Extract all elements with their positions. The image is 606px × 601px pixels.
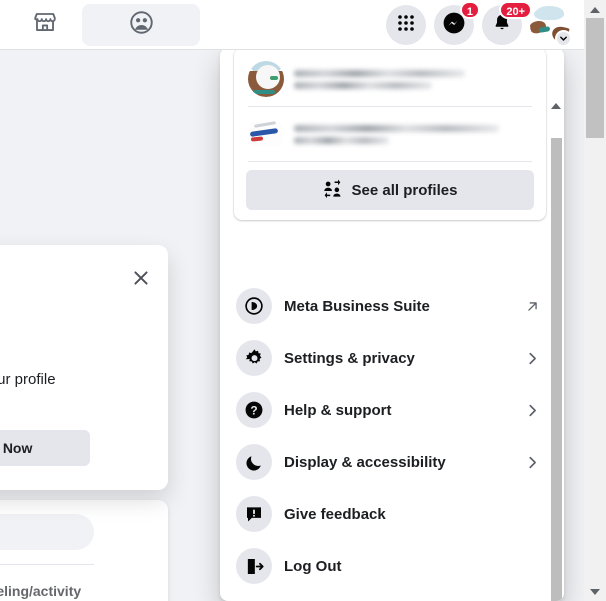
page-scrollbar[interactable] bbox=[584, 0, 606, 601]
chevron-down-icon bbox=[555, 30, 572, 47]
profile-row[interactable] bbox=[244, 54, 536, 104]
profile-avatar bbox=[248, 61, 284, 97]
dropdown-menu-list: Meta Business Suite Settings & privacy ?… bbox=[228, 280, 550, 592]
menu-item-label: Help & support bbox=[284, 401, 392, 419]
profile-avatar bbox=[248, 116, 284, 152]
question-mark-icon: ? bbox=[236, 392, 272, 428]
notifications-badge: 20+ bbox=[499, 1, 532, 19]
not-now-button[interactable]: Not Now bbox=[0, 430, 90, 466]
menu-item-label: Settings & privacy bbox=[284, 349, 415, 367]
page-background-right bbox=[564, 50, 584, 601]
nav-tab-marketplace[interactable] bbox=[14, 4, 76, 46]
menu-item-label: Meta Business Suite bbox=[284, 297, 430, 315]
chevron-right-icon bbox=[522, 403, 542, 418]
menu-item-give-feedback[interactable]: Give feedback bbox=[228, 488, 550, 540]
feedback-icon bbox=[236, 496, 272, 532]
see-all-profiles-label: See all profiles bbox=[351, 181, 458, 199]
profile-name-redacted bbox=[294, 69, 532, 89]
menu-item-help-support[interactable]: ? Help & support bbox=[228, 384, 550, 436]
messenger-button[interactable]: 1 bbox=[434, 1, 480, 45]
grid-icon bbox=[396, 13, 416, 38]
external-link-icon bbox=[522, 299, 542, 314]
marketplace-icon bbox=[32, 9, 58, 40]
profile-row[interactable] bbox=[244, 109, 536, 159]
moon-icon bbox=[236, 444, 272, 480]
feeling-activity-label: Feeling/activity bbox=[0, 583, 82, 599]
groups-icon bbox=[128, 9, 155, 41]
page-scroll-up-arrow-icon[interactable] bbox=[584, 1, 606, 18]
nav-tabs bbox=[0, 3, 200, 46]
profile-name-redacted bbox=[294, 124, 532, 144]
page-scrollbar-thumb[interactable] bbox=[586, 18, 604, 138]
account-menu-button[interactable] bbox=[530, 5, 572, 47]
account-dropdown-menu: See all profiles Meta Business Suite Set… bbox=[220, 48, 564, 601]
divider bbox=[248, 161, 532, 162]
see-all-profiles-button[interactable]: See all profiles bbox=[246, 170, 534, 210]
notifications-button[interactable]: 20+ bbox=[482, 1, 532, 45]
feeling-activity-button[interactable]: Feeling/activity bbox=[0, 580, 81, 601]
svg-text:?: ? bbox=[250, 403, 257, 417]
profile-hint-dialog: click your profile Not Now bbox=[0, 245, 168, 490]
menu-item-log-out[interactable]: Log Out bbox=[228, 540, 550, 592]
close-icon[interactable] bbox=[130, 267, 152, 289]
menu-item-settings-privacy[interactable]: Settings & privacy bbox=[228, 332, 550, 384]
menu-item-label: Display & accessibility bbox=[284, 453, 446, 471]
menu-item-display-accessibility[interactable]: Display & accessibility bbox=[228, 436, 550, 488]
top-navigation-bar: 1 20+ bbox=[0, 0, 584, 50]
messenger-badge: 1 bbox=[459, 1, 480, 19]
menu-item-label: Give feedback bbox=[284, 505, 386, 523]
divider bbox=[0, 564, 94, 565]
menu-item-label: Log Out bbox=[284, 557, 342, 575]
dialog-text: click your profile bbox=[0, 371, 56, 388]
divider bbox=[248, 106, 532, 107]
logout-icon bbox=[236, 548, 272, 584]
gear-icon bbox=[236, 340, 272, 376]
switch-profiles-icon bbox=[323, 178, 342, 202]
profiles-card: See all profiles bbox=[234, 48, 546, 220]
page-scroll-down-arrow-icon[interactable] bbox=[584, 583, 606, 600]
nav-tab-groups[interactable] bbox=[82, 3, 200, 46]
dropdown-scrollbar[interactable] bbox=[548, 96, 564, 601]
composer-card: Feeling/activity bbox=[0, 500, 168, 601]
meta-business-suite-icon bbox=[236, 288, 272, 324]
nav-actions: 1 20+ bbox=[386, 0, 572, 50]
scroll-up-arrow-icon[interactable] bbox=[548, 98, 564, 114]
screen: 1 20+ ur profile Now eling/activity See … bbox=[0, 0, 606, 601]
menu-grid-button[interactable] bbox=[386, 5, 426, 45]
menu-item-meta-business-suite[interactable]: Meta Business Suite bbox=[228, 280, 550, 332]
chevron-right-icon bbox=[522, 351, 542, 366]
chevron-right-icon bbox=[522, 455, 542, 470]
composer-input[interactable] bbox=[0, 514, 94, 550]
scrollbar-thumb[interactable] bbox=[551, 138, 562, 601]
